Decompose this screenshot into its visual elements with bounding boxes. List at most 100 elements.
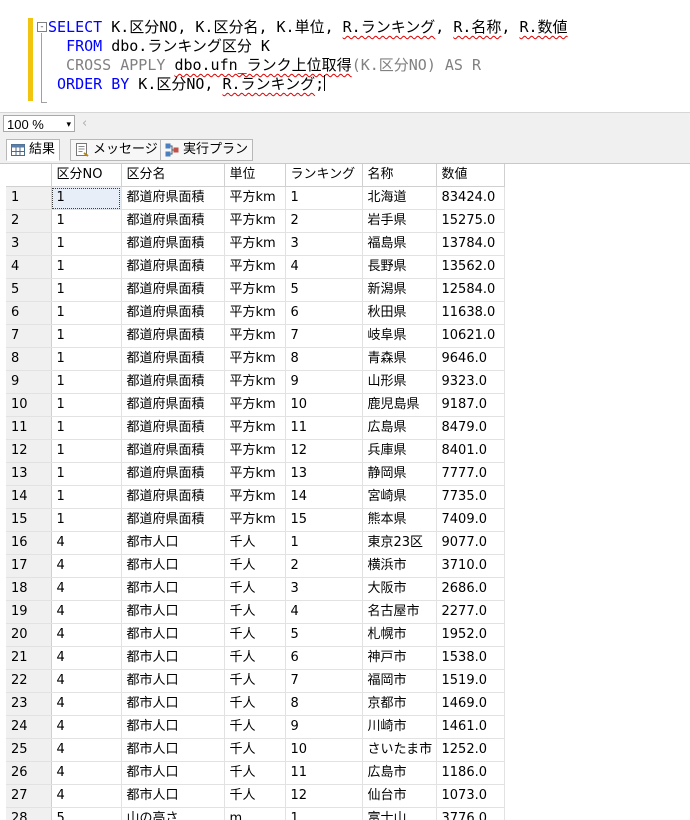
grid-cell[interactable]: 2277.0 [436, 600, 505, 624]
row-number[interactable]: 6 [6, 301, 52, 325]
grid-cell[interactable]: 1 [51, 209, 122, 233]
grid-cell[interactable]: 平方km [224, 301, 286, 325]
grid-cell[interactable]: 平方km [224, 485, 286, 509]
grid-cell[interactable]: 北海道 [362, 186, 437, 210]
grid-cell[interactable]: 7777.0 [436, 462, 505, 486]
grid-cell[interactable]: さいたま市 [362, 738, 437, 762]
grid-cell[interactable]: 仙台市 [362, 784, 437, 808]
table-row[interactable]: 14 1 都道府県面積 平方km 14 宮崎県 7735.0 [6, 485, 505, 509]
grid-cell[interactable]: 8479.0 [436, 416, 505, 440]
row-number[interactable]: 17 [6, 554, 52, 578]
column-header[interactable]: 名称 [362, 164, 437, 187]
collapse-icon[interactable]: - [37, 22, 47, 32]
grid-cell[interactable]: 広島市 [362, 761, 437, 785]
row-number[interactable]: 5 [6, 278, 52, 302]
grid-cell[interactable]: 平方km [224, 209, 286, 233]
row-number[interactable]: 20 [6, 623, 52, 647]
row-number[interactable]: 7 [6, 324, 52, 348]
grid-cell[interactable]: 都市人口 [121, 623, 225, 647]
row-number[interactable]: 2 [6, 209, 52, 233]
grid-cell[interactable]: 熊本県 [362, 508, 437, 532]
grid-cell[interactable]: 9323.0 [436, 370, 505, 394]
grid-cell[interactable]: 都道府県面積 [121, 439, 225, 463]
grid-cell[interactable]: 1 [51, 439, 122, 463]
grid-cell[interactable]: 2 [285, 554, 363, 578]
grid-cell[interactable]: 都道府県面積 [121, 232, 225, 256]
grid-cell[interactable]: 1252.0 [436, 738, 505, 762]
grid-cell[interactable]: 4 [51, 692, 122, 716]
grid-cell[interactable]: 8 [285, 692, 363, 716]
grid-cell[interactable]: 富士山 [362, 807, 437, 820]
grid-cell[interactable]: 1952.0 [436, 623, 505, 647]
grid-cell[interactable]: 札幌市 [362, 623, 437, 647]
grid-cell[interactable]: 都道府県面積 [121, 186, 225, 210]
grid-cell[interactable]: 千人 [224, 531, 286, 555]
table-row[interactable]: 20 4 都市人口 千人 5 札幌市 1952.0 [6, 623, 505, 647]
grid-cell[interactable]: 青森県 [362, 347, 437, 371]
column-header[interactable]: 数値 [436, 164, 505, 187]
grid-cell[interactable]: 山の高さ [121, 807, 225, 820]
tab-execution-plan[interactable]: 実行プラン [160, 139, 254, 161]
grid-cell[interactable]: 都道府県面積 [121, 485, 225, 509]
row-number[interactable]: 16 [6, 531, 52, 555]
grid-cell[interactable]: 11638.0 [436, 301, 505, 325]
grid-cell[interactable]: 平方km [224, 255, 286, 279]
grid-cell[interactable]: 平方km [224, 324, 286, 348]
grid-cell[interactable]: 13 [285, 462, 363, 486]
grid-cell[interactable]: 都道府県面積 [121, 324, 225, 348]
table-row[interactable]: 2 1 都道府県面積 平方km 2 岩手県 15275.0 [6, 209, 505, 233]
grid-cell[interactable]: 12 [285, 784, 363, 808]
table-row[interactable]: 8 1 都道府県面積 平方km 8 青森県 9646.0 [6, 347, 505, 371]
table-row[interactable]: 24 4 都市人口 千人 9 川崎市 1461.0 [6, 715, 505, 739]
grid-cell[interactable]: 千人 [224, 761, 286, 785]
grid-cell[interactable]: 福岡市 [362, 669, 437, 693]
grid-cell[interactable]: 都道府県面積 [121, 462, 225, 486]
grid-cell[interactable]: 1461.0 [436, 715, 505, 739]
grid-cell[interactable]: 都道府県面積 [121, 278, 225, 302]
column-header[interactable]: 区分NO [51, 164, 122, 187]
grid-cell[interactable]: 兵庫県 [362, 439, 437, 463]
grid-cell[interactable]: 1469.0 [436, 692, 505, 716]
grid-cell[interactable]: 7409.0 [436, 508, 505, 532]
grid-cell[interactable]: 9077.0 [436, 531, 505, 555]
grid-cell[interactable]: 平方km [224, 439, 286, 463]
grid-cell[interactable]: 都市人口 [121, 531, 225, 555]
grid-cell[interactable]: 千人 [224, 784, 286, 808]
grid-cell[interactable]: 4 [51, 669, 122, 693]
grid-cell[interactable]: 福島県 [362, 232, 437, 256]
zoom-select[interactable]: 100 % ▾ [3, 115, 75, 132]
grid-cell[interactable]: 1 [51, 186, 122, 210]
grid-cell[interactable]: 千人 [224, 715, 286, 739]
grid-cell[interactable]: 1519.0 [436, 669, 505, 693]
table-row[interactable]: 16 4 都市人口 千人 1 東京23区 9077.0 [6, 531, 505, 555]
grid-cell[interactable]: 名古屋市 [362, 600, 437, 624]
row-number[interactable]: 8 [6, 347, 52, 371]
row-number[interactable]: 3 [6, 232, 52, 256]
grid-cell[interactable]: 14 [285, 485, 363, 509]
grid-cell[interactable]: 千人 [224, 554, 286, 578]
grid-cell[interactable]: 秋田県 [362, 301, 437, 325]
grid-cell[interactable]: 鹿児島県 [362, 393, 437, 417]
chevron-down-icon[interactable]: ▾ [66, 116, 71, 133]
column-header[interactable]: 単位 [224, 164, 286, 187]
row-number[interactable]: 19 [6, 600, 52, 624]
grid-cell[interactable]: 11 [285, 416, 363, 440]
grid-cell[interactable]: 12 [285, 439, 363, 463]
grid-cell[interactable]: 都市人口 [121, 761, 225, 785]
table-row[interactable]: 13 1 都道府県面積 平方km 13 静岡県 7777.0 [6, 462, 505, 486]
grid-cell[interactable]: 都道府県面積 [121, 347, 225, 371]
grid-cell[interactable]: 1 [51, 416, 122, 440]
corner-cell[interactable] [6, 164, 52, 187]
code-line[interactable]: FROM dbo.ランキング区分 K [48, 37, 270, 56]
grid-cell[interactable]: 1186.0 [436, 761, 505, 785]
grid-cell[interactable]: 都道府県面積 [121, 370, 225, 394]
column-header[interactable]: 区分名 [121, 164, 225, 187]
row-number[interactable]: 23 [6, 692, 52, 716]
row-number[interactable]: 18 [6, 577, 52, 601]
grid-cell[interactable]: 都市人口 [121, 784, 225, 808]
row-number[interactable]: 1 [6, 186, 52, 210]
grid-cell[interactable]: 千人 [224, 600, 286, 624]
table-row[interactable]: 26 4 都市人口 千人 11 広島市 1186.0 [6, 761, 505, 785]
table-row[interactable]: 10 1 都道府県面積 平方km 10 鹿児島県 9187.0 [6, 393, 505, 417]
grid-cell[interactable]: 4 [51, 784, 122, 808]
